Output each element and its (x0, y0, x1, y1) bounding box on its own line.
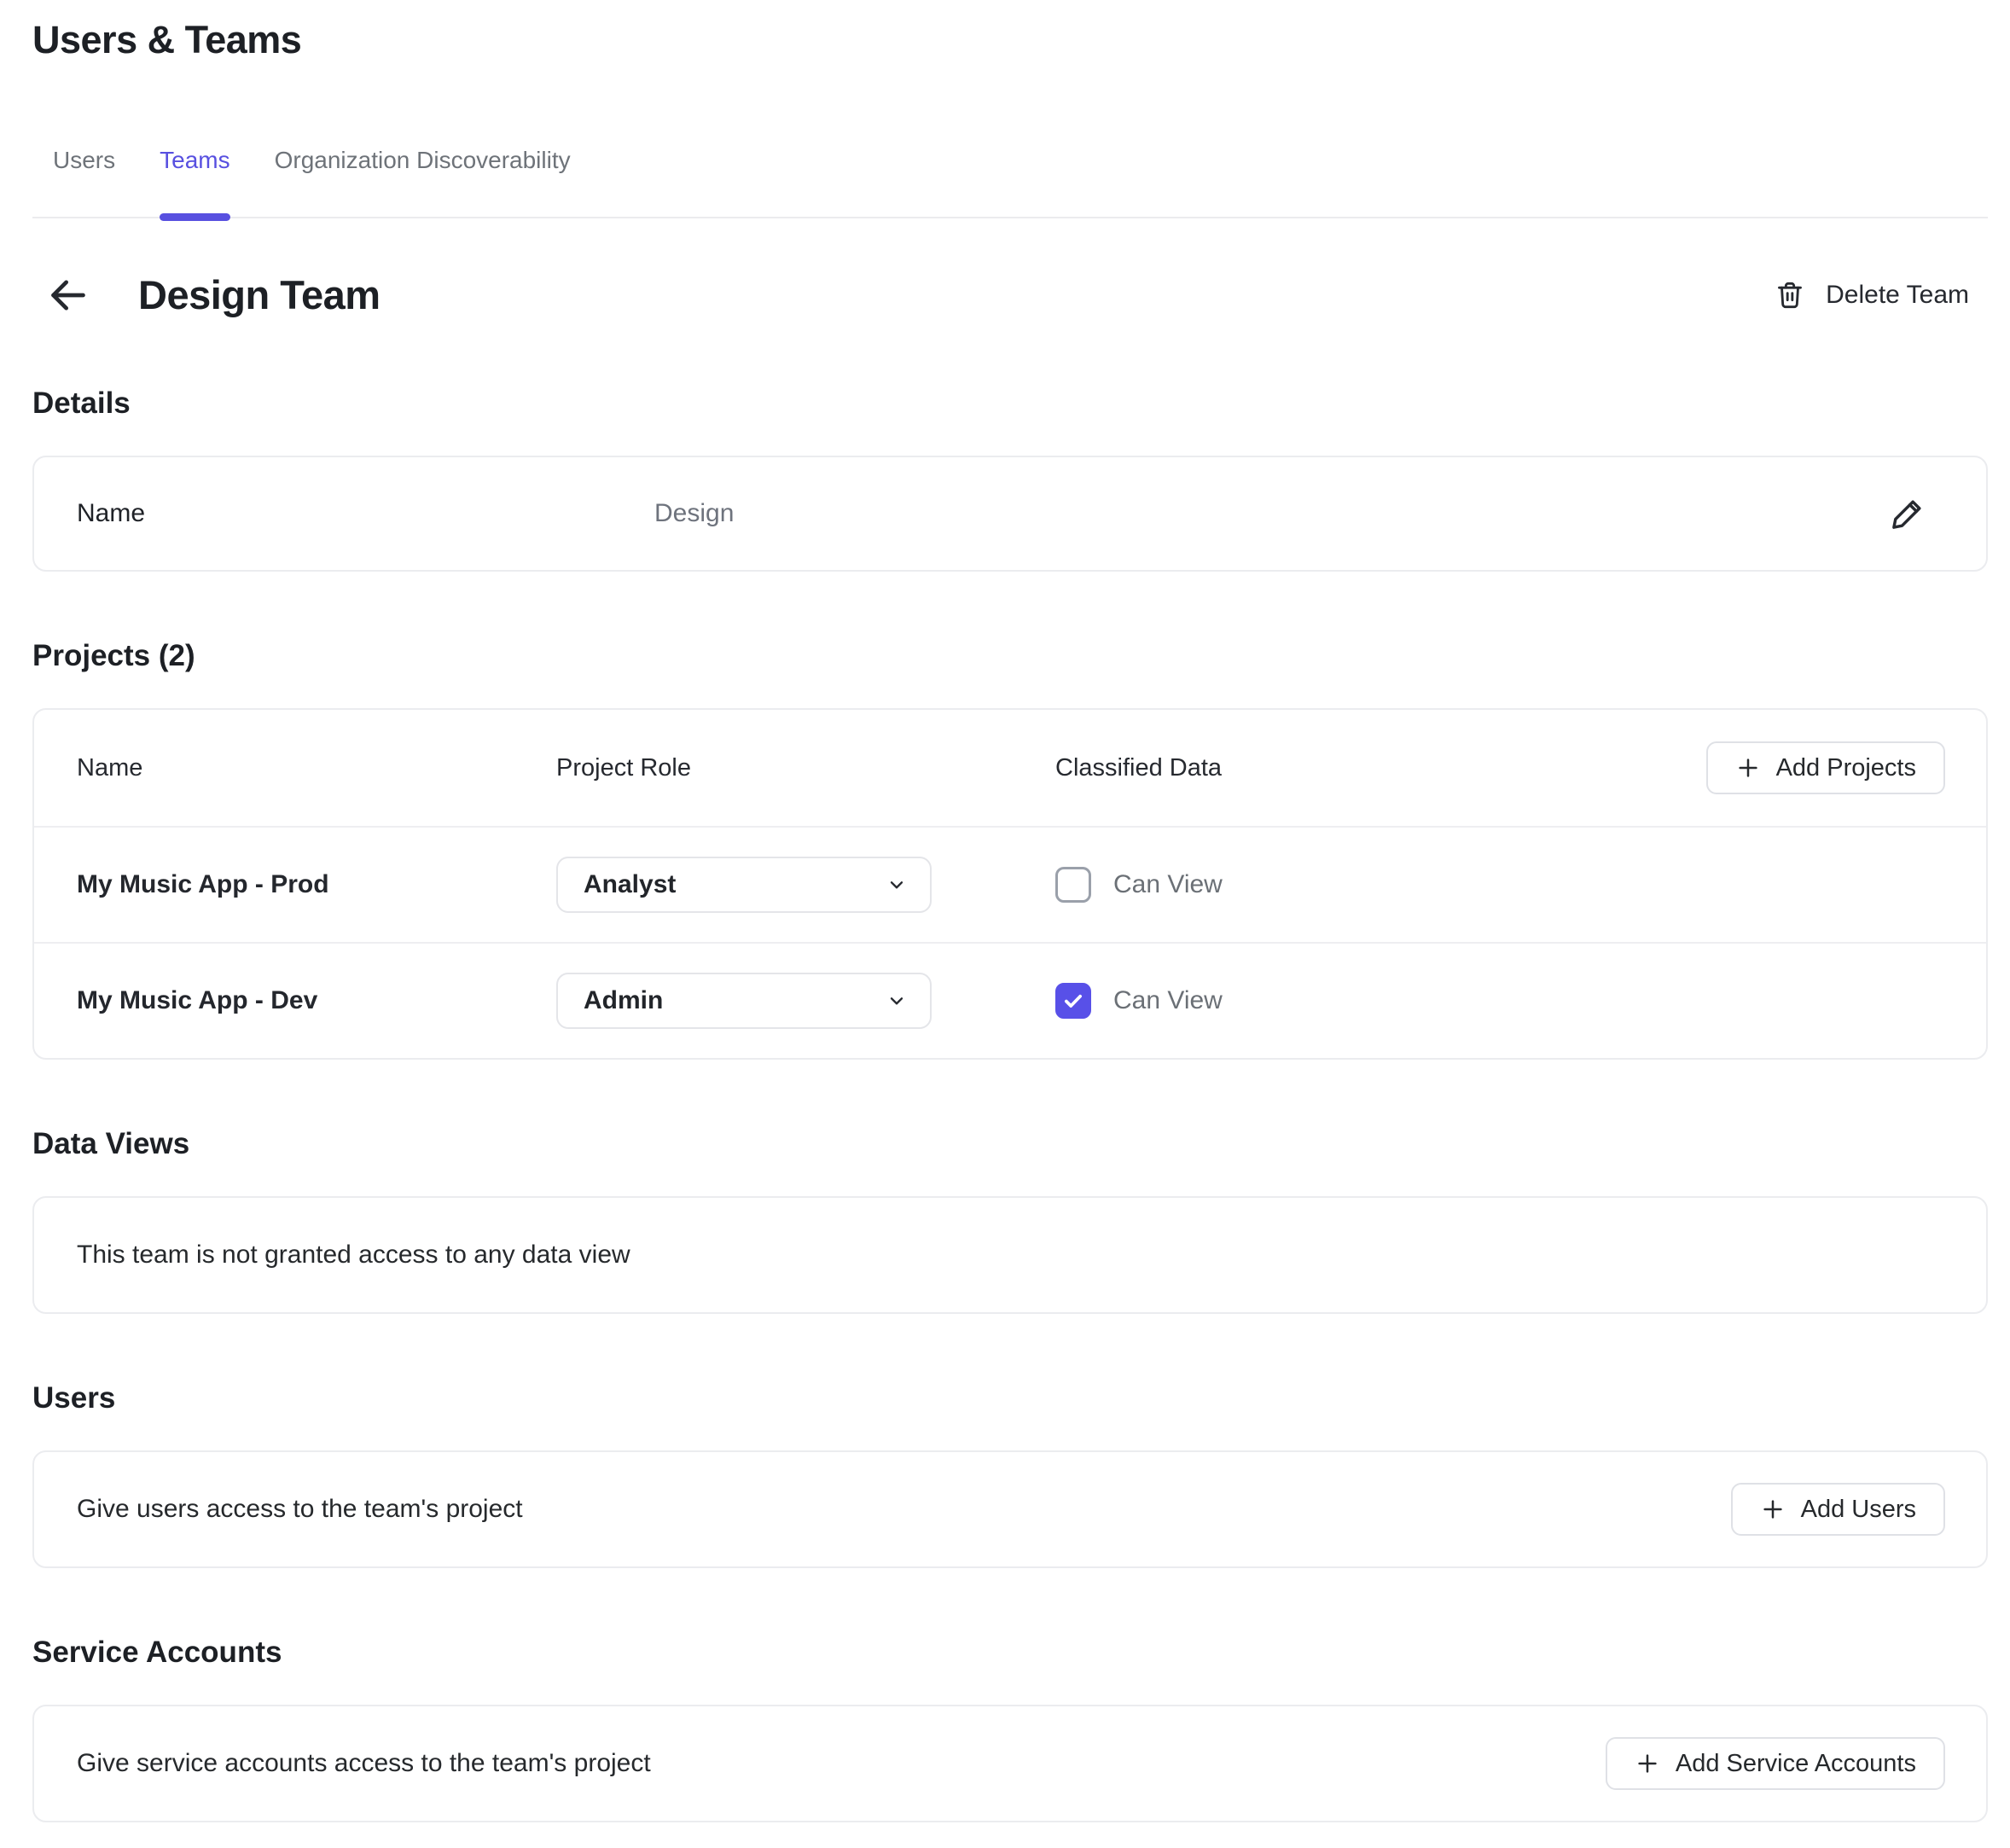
edit-name-button[interactable] (1885, 491, 1930, 536)
project-row: My Music App - Prod Analyst (34, 826, 1986, 942)
column-header-classified-data: Classified Data (1055, 754, 1706, 782)
tab-bar: Users Teams Organization Discoverability (32, 147, 1988, 218)
projects-table-header: Name Project Role Classified Data Add Pr… (34, 710, 1986, 826)
can-view-checkbox[interactable] (1055, 983, 1091, 1019)
plus-icon (1635, 1751, 1660, 1776)
tab-organization-discoverability[interactable]: Organization Discoverability (275, 147, 571, 217)
team-title: Design Team (138, 272, 381, 318)
data-views-heading: Data Views (32, 1126, 1988, 1162)
plus-icon (1735, 755, 1761, 781)
column-header-name: Name (77, 754, 556, 782)
tab-teams-label: Teams (160, 147, 229, 173)
column-header-project-role: Project Role (556, 754, 1055, 782)
tab-users[interactable]: Users (53, 147, 115, 217)
tab-organization-discoverability-label: Organization Discoverability (275, 147, 571, 173)
add-projects-button[interactable]: Add Projects (1706, 741, 1945, 794)
details-heading: Details (32, 386, 1988, 421)
project-row: My Music App - Dev Admin (34, 942, 1986, 1058)
plus-icon (1760, 1496, 1786, 1522)
project-role-value: Admin (584, 986, 663, 1015)
name-label: Name (77, 499, 654, 528)
users-heading: Users (32, 1380, 1988, 1416)
project-role-value: Analyst (584, 870, 676, 899)
add-users-label: Add Users (1801, 1496, 1916, 1524)
arrow-left-icon (44, 271, 92, 319)
chevron-down-icon (886, 874, 908, 896)
classified-data-group: Can View (1055, 867, 1945, 903)
users-teams-page: Users & Teams Users Teams Organization D… (0, 0, 2010, 1848)
back-button[interactable] (43, 271, 94, 319)
tab-users-label: Users (53, 147, 115, 173)
can-view-label: Can View (1113, 870, 1223, 899)
pencil-icon (1888, 494, 1927, 533)
check-icon (1060, 988, 1086, 1014)
add-service-accounts-label: Add Service Accounts (1676, 1750, 1916, 1778)
chevron-down-icon (886, 990, 908, 1012)
tab-teams[interactable]: Teams (160, 147, 229, 217)
add-users-button[interactable]: Add Users (1731, 1483, 1945, 1536)
service-accounts-description: Give service accounts access to the team… (77, 1749, 651, 1778)
data-views-card: This team is not granted access to any d… (32, 1196, 1988, 1314)
classified-data-group: Can View (1055, 983, 1945, 1019)
add-service-accounts-button[interactable]: Add Service Accounts (1606, 1737, 1945, 1790)
project-role-select[interactable]: Admin (556, 973, 932, 1029)
users-description: Give users access to the team's project (77, 1495, 523, 1524)
team-header: Design Team Delete Team (32, 271, 1988, 319)
trash-icon (1773, 278, 1807, 312)
users-card: Give users access to the team's project … (32, 1450, 1988, 1568)
data-views-empty-text: This team is not granted access to any d… (77, 1241, 630, 1270)
delete-team-label: Delete Team (1826, 281, 1969, 310)
can-view-checkbox[interactable] (1055, 867, 1091, 903)
active-tab-underline (160, 213, 229, 221)
details-card: Name Design (32, 456, 1988, 572)
can-view-label: Can View (1113, 986, 1223, 1015)
add-projects-label: Add Projects (1776, 754, 1916, 782)
projects-table: Name Project Role Classified Data Add Pr… (32, 708, 1988, 1060)
name-value: Design (654, 499, 734, 528)
service-accounts-card: Give service accounts access to the team… (32, 1705, 1988, 1822)
page-title: Users & Teams (32, 17, 1988, 63)
project-name: My Music App - Dev (77, 986, 556, 1015)
projects-heading: Projects (2) (32, 638, 1988, 674)
project-role-select[interactable]: Analyst (556, 857, 932, 913)
service-accounts-heading: Service Accounts (32, 1635, 1988, 1671)
project-name: My Music App - Prod (77, 870, 556, 899)
delete-team-button[interactable]: Delete Team (1768, 277, 1974, 313)
